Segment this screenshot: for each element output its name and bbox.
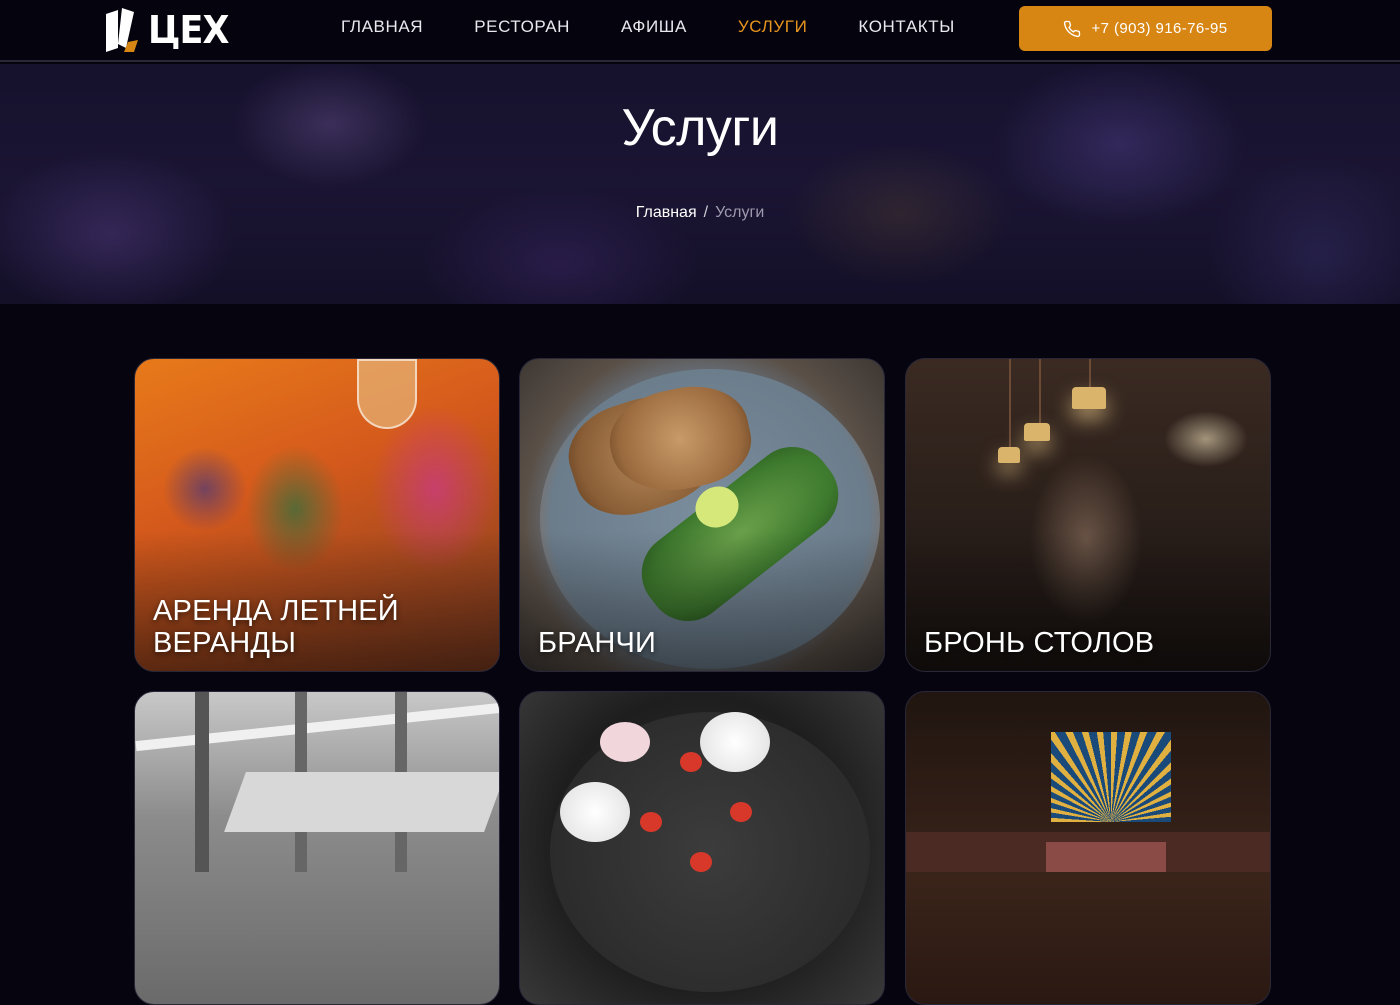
- phone-icon: [1064, 20, 1081, 37]
- nav-item-home[interactable]: ГЛАВНАЯ: [341, 16, 423, 38]
- phone-button[interactable]: +7 (903) 916-76-95: [1019, 6, 1272, 51]
- service-card-4[interactable]: [134, 691, 500, 1005]
- service-card-brunch[interactable]: Бранчи: [519, 358, 885, 672]
- hero-banner: Услуги Главная / Услуги: [0, 64, 1400, 304]
- service-card-table-booking[interactable]: Бронь столов: [905, 358, 1271, 672]
- breadcrumb: Главная / Услуги: [0, 204, 1400, 222]
- nav-item-afisha[interactable]: АФИША: [621, 16, 687, 38]
- site-header: ЦЕХ ГЛАВНАЯ РЕСТОРАН АФИША УСЛУГИ КОНТАК…: [0, 0, 1400, 62]
- main-nav: ГЛАВНАЯ РЕСТОРАН АФИША УСЛУГИ КОНТАКТЫ: [341, 16, 1006, 38]
- breadcrumb-home[interactable]: Главная: [636, 204, 697, 221]
- service-card-5[interactable]: [519, 691, 885, 1005]
- nav-item-services[interactable]: УСЛУГИ: [738, 16, 808, 38]
- logo-icon: [104, 8, 140, 52]
- breadcrumb-separator: /: [703, 204, 709, 221]
- phone-number: +7 (903) 916-76-95: [1091, 20, 1228, 37]
- nav-item-restaurant[interactable]: РЕСТОРАН: [474, 16, 570, 38]
- logo-text: ЦЕХ: [148, 8, 229, 52]
- service-card-label: Аренда летней веранды: [153, 595, 399, 659]
- site-logo[interactable]: ЦЕХ: [104, 7, 236, 53]
- service-card-label: Бранчи: [538, 627, 657, 659]
- service-card-6[interactable]: [905, 691, 1271, 1005]
- service-card-veranda[interactable]: Аренда летней веранды: [134, 358, 500, 672]
- page-title: Услуги: [621, 99, 779, 157]
- nav-item-contacts[interactable]: КОНТАКТЫ: [858, 16, 955, 38]
- breadcrumb-current: Услуги: [715, 204, 765, 221]
- stage-screen-image: [1051, 732, 1171, 822]
- service-card-label: Бронь столов: [924, 627, 1155, 659]
